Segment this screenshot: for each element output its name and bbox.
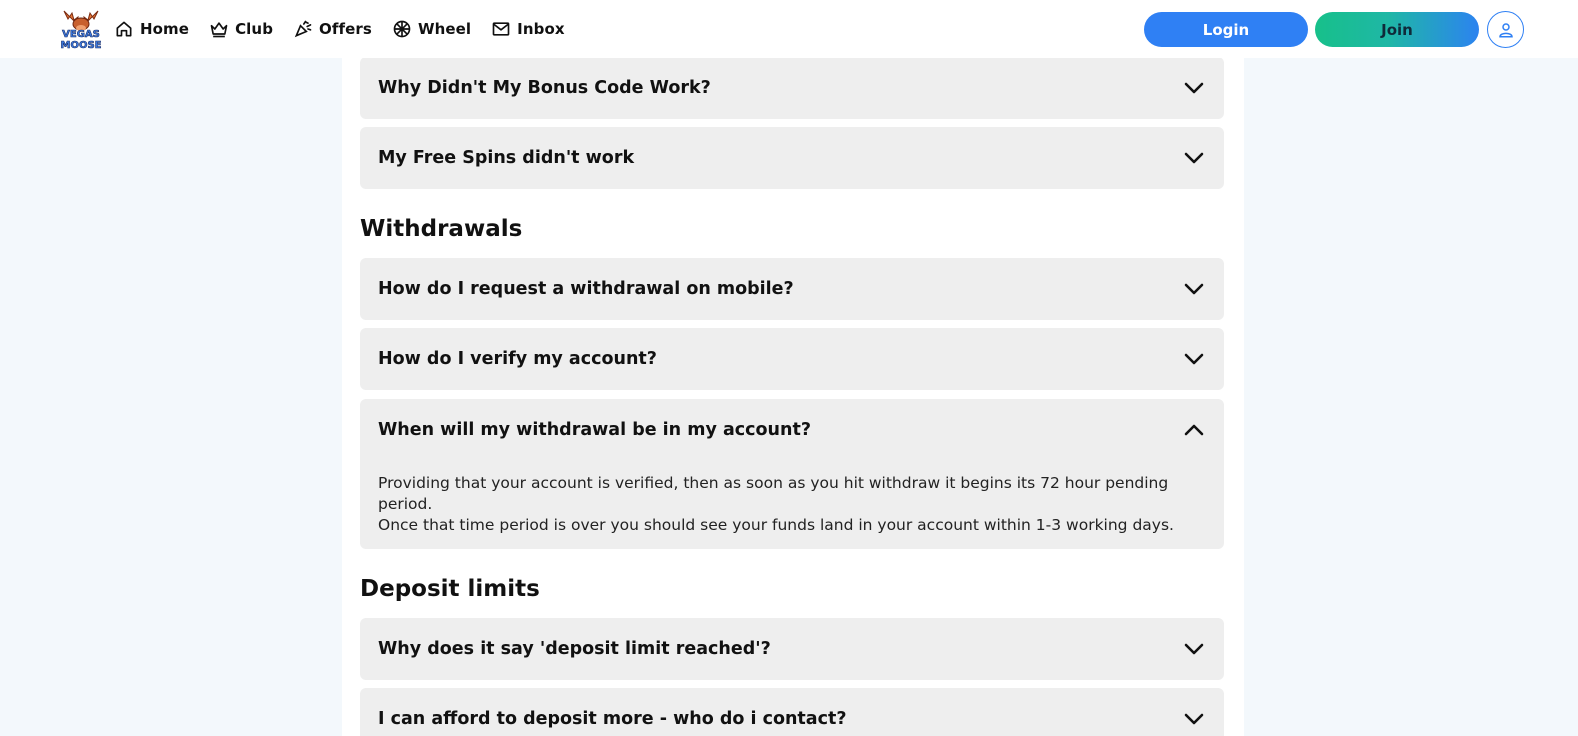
faq-item: My Free Spins didn't work xyxy=(360,127,1224,189)
chevron-down-icon xyxy=(1184,82,1204,94)
faq-question-row[interactable]: Why does it say 'deposit limit reached'? xyxy=(360,618,1224,680)
chevron-down-icon xyxy=(1184,283,1204,295)
faq-item: How do I request a withdrawal on mobile? xyxy=(360,258,1224,320)
nav-offers[interactable]: Offers xyxy=(293,0,372,58)
faq-question: My Free Spins didn't work xyxy=(378,148,635,168)
faq-item: Why does it say 'deposit limit reached'? xyxy=(360,618,1224,680)
faq-question: How do I request a withdrawal on mobile? xyxy=(378,279,794,299)
crown-icon xyxy=(210,22,228,38)
chevron-up-icon xyxy=(1184,424,1204,436)
home-icon xyxy=(116,21,132,37)
section-title-withdrawals: Withdrawals xyxy=(360,216,523,242)
chevron-down-icon xyxy=(1184,353,1204,365)
nav-home-label: Home xyxy=(140,20,190,38)
faq-question-row[interactable]: My Free Spins didn't work xyxy=(360,127,1224,189)
nav-home[interactable]: Home xyxy=(114,0,189,58)
section-title-deposit-limits: Deposit limits xyxy=(360,576,540,602)
faq-question: I can afford to deposit more - who do i … xyxy=(378,709,847,729)
join-button[interactable]: Join xyxy=(1315,12,1479,47)
faq-item: Why Didn't My Bonus Code Work? xyxy=(360,57,1224,119)
faq-question-row[interactable]: When will my withdrawal be in my account… xyxy=(360,399,1224,461)
faq-answer: Providing that your account is verified,… xyxy=(360,461,1224,536)
nav-club-label: Club xyxy=(235,20,274,38)
faq-question-row[interactable]: I can afford to deposit more - who do i … xyxy=(360,688,1224,736)
nav-wheel-label: Wheel xyxy=(417,20,472,38)
chevron-down-icon xyxy=(1184,152,1204,164)
top-header: VEGAS MOOSE Home Club Offers Wheel Inbox… xyxy=(0,0,1578,58)
wheel-icon xyxy=(393,20,411,38)
svg-text:VEGAS: VEGAS xyxy=(62,29,100,40)
faq-question: Why does it say 'deposit limit reached'? xyxy=(378,639,771,659)
account-button[interactable] xyxy=(1487,11,1524,48)
nav-inbox[interactable]: Inbox xyxy=(491,0,565,58)
nav-wheel[interactable]: Wheel xyxy=(392,0,471,58)
vegas-moose-logo[interactable]: VEGAS MOOSE xyxy=(58,7,104,51)
faq-question-row[interactable]: Why Didn't My Bonus Code Work? xyxy=(360,57,1224,119)
chevron-down-icon xyxy=(1184,713,1204,725)
envelope-icon xyxy=(492,22,510,36)
user-icon xyxy=(1498,22,1513,37)
faq-item: I can afford to deposit more - who do i … xyxy=(360,688,1224,736)
nav-inbox-label: Inbox xyxy=(517,20,565,38)
faq-item-expanded: When will my withdrawal be in my account… xyxy=(360,399,1224,549)
svg-text:MOOSE: MOOSE xyxy=(61,40,102,51)
faq-question-row[interactable]: How do I verify my account? xyxy=(360,328,1224,390)
login-button[interactable]: Login xyxy=(1144,12,1308,47)
nav-club[interactable]: Club xyxy=(209,0,273,58)
faq-item: How do I verify my account? xyxy=(360,328,1224,390)
faq-answer-line: Once that time period is over you should… xyxy=(378,516,1174,534)
party-popper-icon xyxy=(294,20,312,38)
faq-question-row[interactable]: How do I request a withdrawal on mobile? xyxy=(360,258,1224,320)
chevron-down-icon xyxy=(1184,643,1204,655)
faq-question: Why Didn't My Bonus Code Work? xyxy=(378,78,711,98)
main-nav: Home Club Offers Wheel Inbox xyxy=(114,0,585,58)
faq-question: How do I verify my account? xyxy=(378,349,657,369)
faq-question: When will my withdrawal be in my account… xyxy=(378,420,811,440)
faq-answer-line: Providing that your account is verified,… xyxy=(378,474,1169,513)
nav-offers-label: Offers xyxy=(319,20,372,38)
